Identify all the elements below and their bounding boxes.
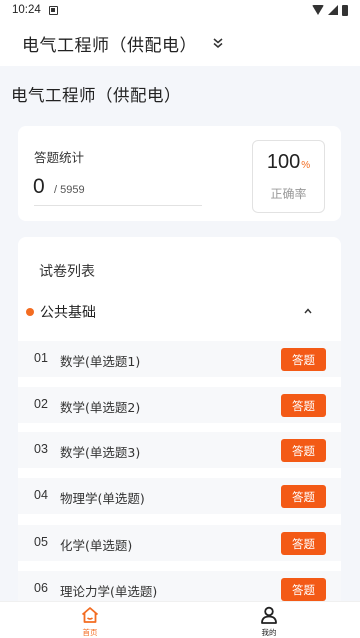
total-count: / 5959 (54, 184, 85, 196)
paper-number: 03 (34, 442, 48, 456)
category-name: 公共基础 (40, 305, 96, 321)
answered-count: 0 (33, 175, 45, 198)
status-time: 10:24 (12, 4, 41, 16)
paper-number: 01 (34, 351, 48, 365)
status-bar: 10:24 (0, 0, 360, 20)
chevron-up-icon[interactable] (302, 306, 314, 316)
subject-selector[interactable]: 电气工程师（供配电） (0, 20, 360, 66)
tab-home[interactable]: 首页 (60, 602, 120, 638)
paper-name: 数学(单选题3) (60, 445, 141, 460)
paper-number: 05 (34, 535, 48, 549)
paper-row[interactable]: 03 数学(单选题3) 答题 (18, 432, 341, 468)
subject-selector-label: 电气工程师（供配电） (22, 35, 197, 56)
paper-list-card: 试卷列表 公共基础 01 数学(单选题1) 答题 02 数学(单选题2) 答题 … (18, 237, 341, 601)
answer-button[interactable]: 答题 (281, 485, 326, 508)
paper-name: 物理学(单选题) (60, 491, 145, 506)
accuracy-box: 100% 正确率 (252, 140, 325, 213)
paper-row[interactable]: 05 化学(单选题) 答题 (18, 525, 341, 561)
wifi-icon (312, 5, 324, 15)
paper-number: 04 (34, 488, 48, 502)
paper-number: 02 (34, 397, 48, 411)
signal-icon (328, 5, 338, 15)
paper-number: 06 (34, 581, 48, 595)
category-header[interactable]: 公共基础 (18, 301, 341, 323)
stats-label: 答题统计 (34, 150, 85, 165)
accuracy-value: 100% (253, 151, 324, 174)
category-dot-icon (26, 308, 34, 316)
answer-button[interactable]: 答题 (281, 394, 326, 417)
home-icon (81, 607, 99, 623)
user-icon (261, 606, 277, 624)
tab-mine-label: 我的 (261, 628, 277, 637)
accuracy-label: 正确率 (270, 187, 307, 201)
paper-row[interactable]: 01 数学(单选题1) 答题 (18, 341, 341, 377)
answer-button[interactable]: 答题 (281, 439, 326, 462)
battery-icon (342, 4, 348, 16)
tab-mine[interactable]: 我的 (239, 602, 299, 638)
paper-name: 数学(单选题1) (60, 354, 141, 369)
stats-divider (34, 205, 202, 206)
paper-row[interactable]: 04 物理学(单选题) 答题 (18, 478, 341, 514)
paper-row[interactable]: 06 理论力学(单选题) 答题 (18, 571, 341, 601)
page-title: 电气工程师（供配电） (11, 86, 181, 105)
paper-name: 理论力学(单选题) (60, 584, 158, 599)
answer-button[interactable]: 答题 (281, 578, 326, 601)
accuracy-number: 100 (266, 151, 301, 173)
stats-card: 答题统计 0 / 5959 100% 正确率 (18, 126, 341, 221)
accuracy-unit: % (301, 160, 311, 171)
answer-button[interactable]: 答题 (281, 348, 326, 371)
notification-icon (48, 5, 58, 15)
bottom-tab-bar: 首页 我的 (0, 601, 360, 638)
paper-name: 化学(单选题) (60, 538, 133, 553)
paper-list-title: 试卷列表 (39, 264, 95, 280)
status-icons (312, 4, 348, 16)
answer-button[interactable]: 答题 (281, 532, 326, 555)
paper-row[interactable]: 02 数学(单选题2) 答题 (18, 387, 341, 423)
tab-home-label: 首页 (82, 628, 98, 637)
paper-name: 数学(单选题2) (60, 400, 141, 415)
chevron-down-double-icon[interactable] (211, 36, 225, 50)
